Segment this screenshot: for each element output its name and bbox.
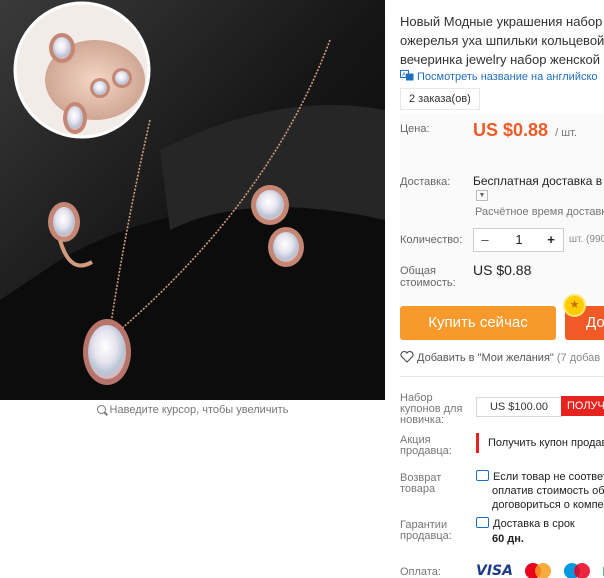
quantity-label: Количество:: [400, 234, 463, 246]
translate-link[interactable]: A Посмотреть название на английско: [400, 70, 598, 83]
title-line: ожерелья уха шпильки кольцевой: [400, 33, 604, 48]
total-label: Общая стоимость:: [400, 265, 456, 289]
price-label: Цена:: [400, 123, 430, 135]
heart-icon: [400, 351, 414, 363]
chevron-down-icon[interactable]: ▼: [476, 190, 488, 201]
divider: [400, 376, 604, 377]
total-value: US $0.88: [473, 262, 532, 278]
product-title: Новый Модные украшения набор ожерелья ух…: [400, 12, 604, 69]
magnifier-icon: [96, 405, 106, 414]
delivery-icon: [476, 517, 489, 528]
translate-icon: A: [400, 70, 414, 81]
shipping-value[interactable]: Бесплатная доставка в R: [473, 174, 604, 188]
product-info: Новый Модные украшения набор ожерелья ух…: [400, 0, 604, 578]
wishlist-link[interactable]: Добавить в "Мои желания" (7 добав: [400, 351, 600, 364]
quantity-increase-button[interactable]: +: [541, 229, 561, 251]
payment-label: Оплата:: [400, 566, 441, 578]
quantity-input[interactable]: 1: [504, 229, 534, 251]
shipping-label: Доставка:: [400, 176, 451, 188]
price-value: US $0.88 / шт.: [473, 120, 577, 140]
guarantee-info: Доставка в срок 60 дн.: [476, 517, 575, 547]
product-image[interactable]: [0, 0, 385, 400]
mastercard-logo: [525, 562, 552, 578]
price-unit: / шт.: [555, 127, 577, 139]
title-line: вечеринка jewelry набор женской: [400, 52, 600, 67]
title-line: Новый Модные украшения набор: [400, 14, 603, 29]
coupon-label: Набор купонов для новичка:: [400, 392, 463, 426]
purchase-panel: Цена: US $0.88 / шт. Доставка: Бесплатна…: [400, 114, 604, 304]
get-coupon-button[interactable]: ПОЛУЧ: [561, 396, 604, 416]
orders-badge: 2 заказа(ов): [400, 88, 480, 110]
return-icon: [476, 470, 489, 481]
zoom-hint: Наведите курсор, чтобы увеличить: [0, 404, 385, 416]
seller-coupon-link[interactable]: Получить купон продав: [476, 433, 604, 453]
stock-count: шт. (990: [569, 234, 604, 245]
maestro-logo: [563, 562, 590, 578]
returns-label: Возврат товара: [400, 472, 442, 495]
quantity-decrease-button[interactable]: –: [474, 229, 496, 251]
coin-icon: ★: [565, 296, 584, 315]
payment-methods: VISA M: [476, 562, 604, 578]
coupon-amount: US $100.00: [476, 397, 562, 417]
shipping-estimate: Расчётное время доставки: [475, 206, 604, 218]
buy-now-button[interactable]: Купить сейчас: [400, 306, 556, 340]
guarantee-label: Гарантии продавца:: [400, 519, 452, 542]
visa-logo: VISA: [476, 562, 513, 578]
jewelry-photo: [0, 0, 385, 400]
svg-text:A: A: [402, 73, 406, 79]
wishlist-count: (7 добав: [556, 352, 601, 364]
seller-promo-label: Акция продавца:: [400, 434, 452, 457]
quantity-stepper: – 1 +: [473, 228, 564, 252]
returns-info: Если товар не соответс оплатив стоимость…: [476, 470, 604, 512]
